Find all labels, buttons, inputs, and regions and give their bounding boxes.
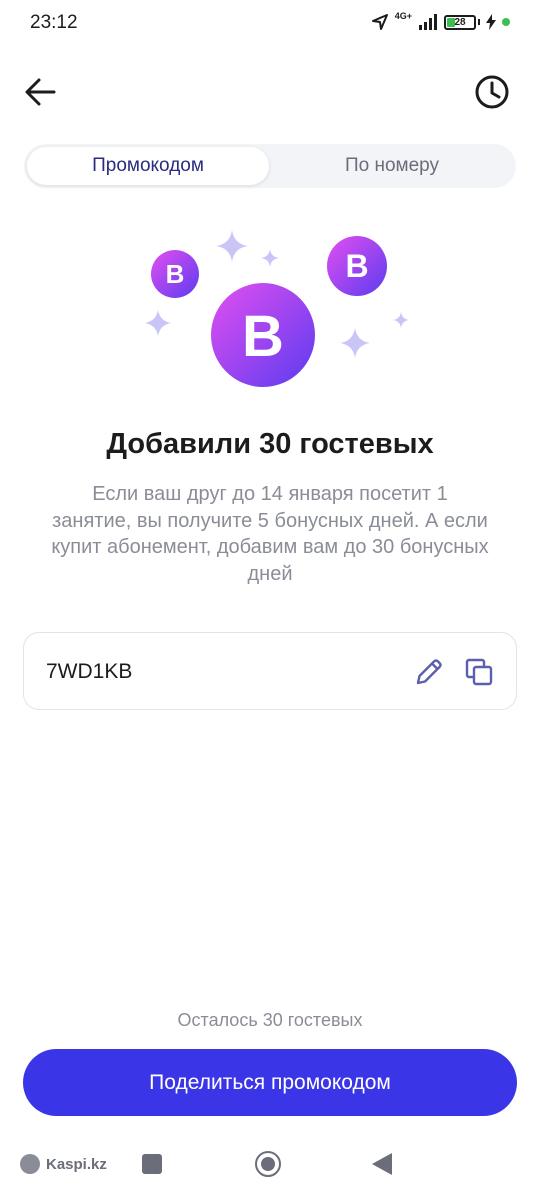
badge-icon-small: B — [151, 250, 199, 298]
watermark: Kaspi.kz — [20, 1154, 107, 1174]
status-time: 23:12 — [30, 12, 78, 33]
system-nav-bar: Kaspi.kz — [0, 1140, 540, 1200]
arrow-left-icon — [25, 78, 56, 106]
system-back-button[interactable] — [372, 1153, 392, 1175]
battery-level: 28 — [454, 16, 466, 28]
signal-icon — [419, 14, 437, 30]
sparkle-icon — [340, 328, 370, 358]
clock-icon — [475, 75, 509, 109]
pencil-icon — [416, 659, 442, 685]
history-button[interactable] — [472, 70, 512, 114]
battery-icon: 28 — [444, 14, 476, 30]
mode-tabs: Промокодом По номеру — [24, 144, 516, 188]
watermark-logo-icon — [20, 1154, 40, 1174]
sparkle-icon — [261, 249, 279, 267]
copy-icon — [465, 658, 493, 686]
home-icon — [261, 1157, 275, 1171]
sparkle-icon — [216, 230, 248, 262]
privacy-indicator-dot — [502, 18, 510, 26]
tab-promocode[interactable]: Промокодом — [27, 147, 269, 185]
status-icons: 4G+ 28 — [371, 11, 510, 31]
back-button[interactable] — [18, 72, 62, 112]
network-label: 4G+ — [394, 11, 412, 21]
page-title: Добавили 30 гостевых — [106, 428, 434, 460]
charging-bolt-icon — [486, 14, 496, 30]
svg-text:B: B — [345, 248, 368, 284]
promo-code-card: 7WD1KB — [23, 632, 517, 710]
share-promocode-button[interactable]: Поделиться промокодом — [23, 1049, 517, 1116]
sparkle-icon — [145, 310, 171, 336]
sparkle-icon — [393, 312, 409, 328]
watermark-text: Kaspi.kz — [46, 1155, 107, 1173]
svg-text:B: B — [166, 259, 185, 289]
location-arrow-icon — [371, 14, 388, 30]
home-button[interactable] — [255, 1151, 281, 1177]
recent-apps-button[interactable] — [142, 1154, 162, 1174]
promo-code-value[interactable]: 7WD1KB — [46, 660, 132, 684]
badge-icon-medium: B — [327, 236, 387, 296]
badge-icon-large: B — [211, 283, 315, 387]
page-description: Если ваш друг до 14 января посетит 1 зан… — [51, 483, 489, 585]
bonus-illustration: B B B — [145, 230, 409, 387]
copy-code-button[interactable] — [462, 655, 496, 689]
status-bar: 23:12 4G+ 28 — [0, 0, 540, 46]
battery-cap — [478, 19, 480, 25]
edit-code-button[interactable] — [412, 655, 446, 689]
svg-text:B: B — [242, 304, 284, 369]
tab-by-number[interactable]: По номеру — [271, 147, 513, 185]
remaining-guests-text: Осталось 30 гостевых — [177, 1010, 363, 1030]
